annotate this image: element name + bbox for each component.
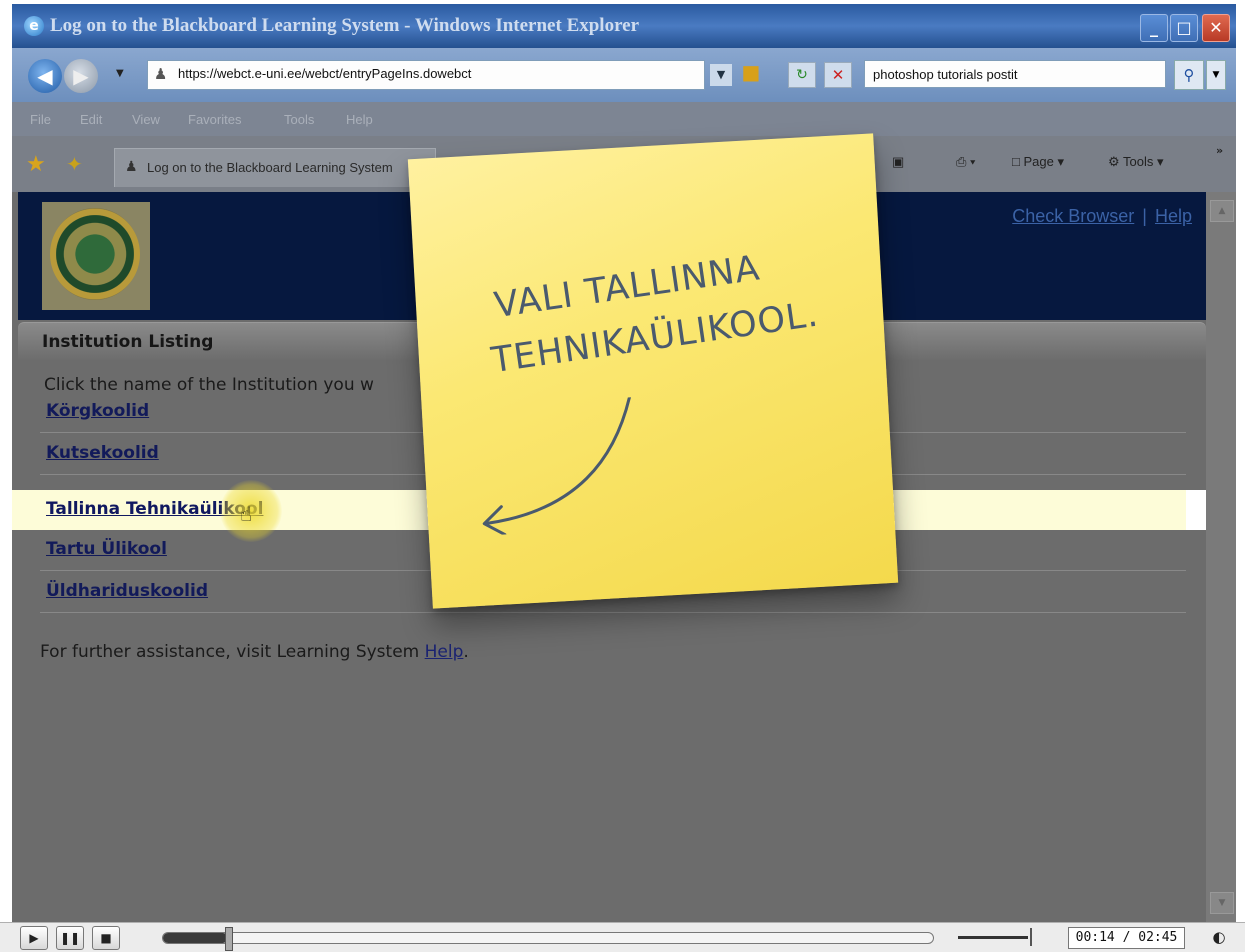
forward-button[interactable]: ▶ [64,59,98,93]
address-toolbar: ◀ ▶ ▼ ♟ https://webct.e-uni.ee/webct/ent… [12,48,1236,102]
pause-button[interactable]: ❚❚ [56,926,84,950]
maximize-button[interactable]: □ [1170,14,1198,42]
menu-favorites[interactable]: Favorites [188,112,241,127]
tools-menu-button[interactable]: ⚙ Tools ▾ [1108,154,1164,170]
print-icon[interactable]: ⎙ ▾ [956,154,975,170]
address-dropdown-icon[interactable]: ▼ [710,64,732,86]
window-title: Log on to the Blackboard Learning System… [50,15,640,36]
media-player-bar: ▶ ❚❚ ■ 00:14 / 02:45 ◐ [0,922,1245,952]
assist-help-link[interactable]: Help [425,642,464,662]
hand-cursor-icon: ☝ [240,502,253,526]
menu-tools[interactable]: Tools [284,112,314,127]
institution-link-korgkoolid[interactable]: Körgkoolid [46,401,149,421]
minimize-button[interactable]: _ [1140,14,1168,42]
volume-slider[interactable] [958,936,1028,939]
lock-icon[interactable]: ■ [738,60,764,88]
assist-suffix: . [463,642,469,662]
address-input[interactable]: ♟ https://webct.e-uni.ee/webct/entryPage… [147,60,705,90]
assistance-text: For further assistance, visit Learning S… [40,642,469,662]
menu-bar: File Edit View Favorites Tools Help [12,102,1236,136]
institution-link-uldhariduskoolid[interactable]: Üldhariduskoolid [46,581,208,601]
tab-label: Log on to the Blackboard Learning System [147,160,393,175]
search-options-icon[interactable]: ▼ [1206,60,1226,90]
curved-arrow-icon [482,395,631,537]
page-icon: ♟ [125,159,138,175]
refresh-button[interactable]: ↻ [788,62,816,88]
check-browser-link[interactable]: Check Browser [1012,206,1134,226]
volume-handle[interactable] [1030,928,1032,946]
page-icon: ♟ [154,65,168,83]
search-icon[interactable]: ⚲ [1174,60,1204,90]
stop-button[interactable]: ✕ [824,62,852,88]
seek-bar[interactable] [162,927,934,951]
institution-link-kutsekoolid[interactable]: Kutsekoolid [46,443,159,463]
add-favorites-icon[interactable]: ✦ [66,152,83,176]
page-menu-button[interactable]: □ Page ▾ [1012,154,1064,170]
favorites-star-icon[interactable]: ★ [26,152,46,177]
menu-view[interactable]: View [132,112,160,127]
institution-logo [42,202,150,310]
scroll-up-icon[interactable]: ▲ [1210,200,1234,222]
time-display: 00:14 / 02:45 [1068,927,1185,949]
feeds-icon[interactable]: ▣ [892,154,904,170]
address-text: https://webct.e-uni.ee/webct/entryPageIn… [178,66,472,81]
close-button[interactable]: ✕ [1202,14,1230,42]
more-commands-icon[interactable]: » [1216,144,1223,157]
header-links: Check Browser | Help [1012,206,1192,227]
ie-logo-icon: e [24,16,44,36]
institution-link-tartu-ulikool[interactable]: Tartu Ülikool [46,539,167,559]
link-separator: | [1142,206,1147,226]
title-bar: e Log on to the Blackboard Learning Syst… [12,4,1236,48]
sticky-note: VALI TALLINNA TEHNIKAÜLIKOOL. [407,133,899,609]
vertical-scrollbar[interactable]: ▲ ▼ [1206,192,1236,922]
page-menu-label: Page [1023,154,1054,169]
menu-help[interactable]: Help [346,112,373,127]
tab-blackboard[interactable]: ♟ Log on to the Blackboard Learning Syst… [114,148,436,187]
stop-playback-button[interactable]: ■ [92,926,120,950]
search-input[interactable]: photoshop tutorials postit [864,60,1166,88]
back-button[interactable]: ◀ [28,59,62,93]
sound-icon[interactable]: ◐ [1206,926,1232,948]
seek-handle[interactable] [225,927,234,951]
listing-title: Institution Listing [42,332,214,352]
header-help-link[interactable]: Help [1155,206,1192,226]
menu-edit[interactable]: Edit [80,112,102,127]
logo-emblem [50,208,140,300]
seek-progress [163,933,229,943]
tools-menu-label: Tools [1123,154,1154,169]
history-dropdown-icon[interactable]: ▼ [116,68,124,79]
menu-file[interactable]: File [30,112,51,127]
scroll-down-icon[interactable]: ▼ [1210,892,1234,914]
assist-prefix: For further assistance, visit Learning S… [40,642,420,662]
play-button[interactable]: ▶ [20,926,48,950]
